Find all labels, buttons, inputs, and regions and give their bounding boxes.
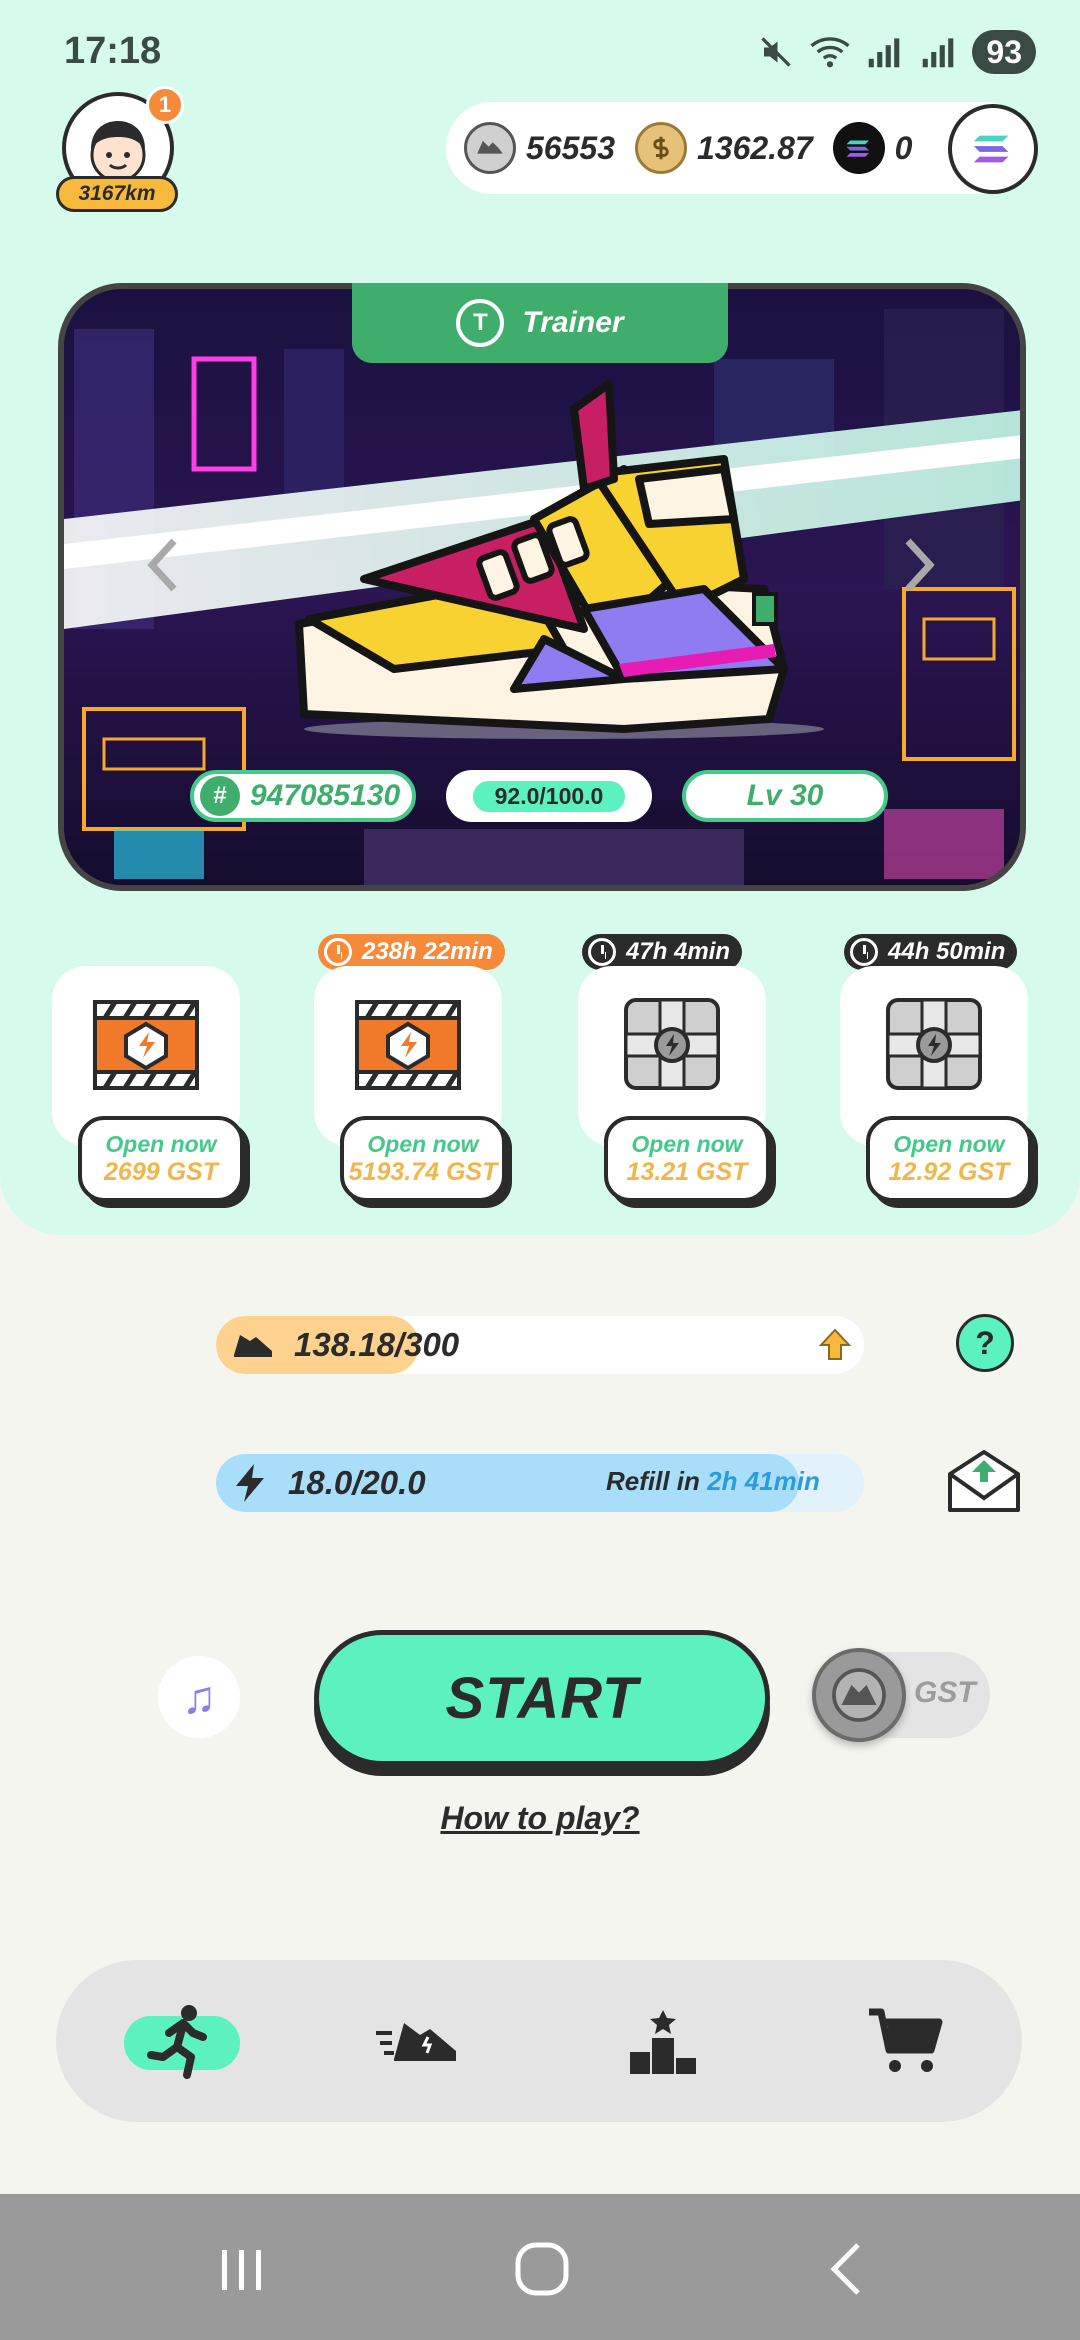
box-cost: 5193.74 GST — [348, 1158, 498, 1186]
open-box-button[interactable]: Open now 5193.74 GST — [340, 1116, 506, 1202]
signal-icon-2 — [918, 32, 958, 72]
mute-icon — [756, 32, 796, 72]
mileage-value: 138.18/300 — [294, 1326, 460, 1363]
bottom-nav — [56, 1960, 1022, 2122]
next-sneaker-button[interactable] — [890, 520, 950, 610]
hash-icon: # — [200, 776, 240, 816]
clock-icon — [588, 938, 616, 966]
gst-balance: 1362.87 — [634, 122, 813, 174]
gst-token-icon — [634, 122, 687, 174]
sneaker-icon — [234, 1335, 272, 1357]
system-navigation-bar — [0, 2194, 1080, 2340]
currency-bar: 56553 1362.87 0 — [446, 102, 1038, 194]
recent-apps-icon[interactable] — [202, 2234, 282, 2304]
profile-avatar[interactable]: 1 3167km — [56, 86, 184, 212]
open-box-button[interactable]: Open now 12.92 GST — [866, 1116, 1032, 1202]
level-pill: Lv 30 — [682, 770, 888, 822]
energy-value: 18.0/20.0 — [288, 1464, 426, 1501]
box-cost: 13.21 GST — [626, 1158, 748, 1186]
chevron-left-icon — [147, 538, 177, 592]
previous-sneaker-button[interactable] — [132, 520, 192, 610]
cart-icon — [869, 2008, 943, 2072]
open-now-label: Open now — [631, 1131, 743, 1157]
box-cost: 2699 GST — [104, 1158, 218, 1186]
open-now-label: Open now — [105, 1131, 217, 1157]
wallet-button[interactable] — [948, 104, 1038, 194]
gst-toggle[interactable]: GST — [812, 1648, 990, 1742]
box-timer-text: 44h 50min — [888, 938, 1006, 965]
battery-indicator: 93 — [972, 30, 1036, 74]
nav-run[interactable] — [104, 1960, 254, 2122]
box-timer: 44h 50min — [844, 934, 1018, 970]
energy-bar: 18.0/20.0 Refill in 2h 41min — [216, 1454, 864, 1512]
durability-value: 92.0/100.0 — [472, 780, 626, 812]
durability-pill: 92.0/100.0 — [446, 770, 652, 822]
open-now-label: Open now — [367, 1131, 479, 1157]
open-box-button[interactable]: Open now 13.21 GST — [604, 1116, 770, 1202]
solana-icon — [832, 122, 885, 174]
start-button[interactable]: START — [314, 1630, 770, 1766]
distance-label: 3167km — [56, 176, 178, 212]
sneaker-type-label: Trainer — [522, 306, 624, 339]
sneaker-id-pill: # 947085130 — [190, 770, 416, 822]
sneaker-type-tab: T Trainer — [352, 283, 728, 363]
mailbox-icon[interactable] — [946, 1448, 1022, 1514]
box-timer-text: 47h 4min — [626, 938, 731, 965]
status-icons: 93 — [756, 30, 1036, 74]
status-time: 17:18 — [64, 30, 162, 72]
sneaker-id: 947085130 — [250, 779, 401, 812]
chevron-right-icon — [905, 538, 935, 592]
sol-balance: 0 — [832, 122, 913, 174]
upgrade-arrow-icon[interactable] — [816, 1326, 854, 1364]
nav-leaderboard[interactable] — [588, 1960, 738, 2122]
gmt-token-icon — [464, 122, 516, 174]
nav-sneakers[interactable] — [344, 1960, 494, 2122]
podium-icon — [630, 2010, 696, 2074]
sol-value: 0 — [894, 129, 913, 166]
gmt-toggle-knob-icon — [812, 1648, 906, 1742]
mileage-bar: 138.18/300 — [216, 1316, 864, 1374]
music-note-icon[interactable]: ♫ — [158, 1656, 240, 1738]
refill-label: Refill in — [606, 1466, 700, 1496]
gmt-balance: 56553 — [464, 122, 615, 174]
open-now-label: Open now — [893, 1131, 1005, 1157]
trainer-icon: T — [456, 299, 505, 347]
back-icon[interactable] — [806, 2234, 886, 2304]
running-man-icon — [147, 2005, 207, 2079]
box-timer-text: 238h 22min — [362, 938, 493, 965]
nav-shop[interactable] — [830, 1960, 980, 2122]
home-icon[interactable] — [502, 2234, 582, 2304]
grey-mystery-box-icon — [624, 998, 720, 1090]
box-timer: 47h 4min — [582, 934, 743, 970]
notification-badge: 1 — [146, 86, 184, 124]
lightning-icon — [236, 1464, 264, 1502]
gst-value: 1362.87 — [696, 129, 813, 166]
orange-mystery-box-icon — [355, 1000, 461, 1090]
box-cost: 12.92 GST — [888, 1158, 1010, 1186]
clock-icon — [324, 938, 352, 966]
gst-toggle-label: GST — [914, 1676, 976, 1709]
signal-icon — [864, 32, 904, 72]
gmt-value: 56553 — [526, 129, 615, 166]
box-timer: 238h 22min — [318, 934, 505, 970]
wifi-icon — [810, 32, 850, 72]
refill-time: 2h 41min — [707, 1466, 820, 1496]
clock-icon — [850, 938, 878, 966]
orange-mystery-box-icon — [93, 1000, 199, 1090]
refill-timer: Refill in 2h 41min — [606, 1466, 820, 1497]
how-to-play-link[interactable]: How to play? — [0, 1800, 1080, 1837]
grey-mystery-box-icon — [886, 998, 982, 1090]
open-box-button[interactable]: Open now 2699 GST — [78, 1116, 244, 1202]
sneaker-nav-icon — [376, 2023, 456, 2061]
help-button[interactable]: ? — [956, 1314, 1014, 1372]
